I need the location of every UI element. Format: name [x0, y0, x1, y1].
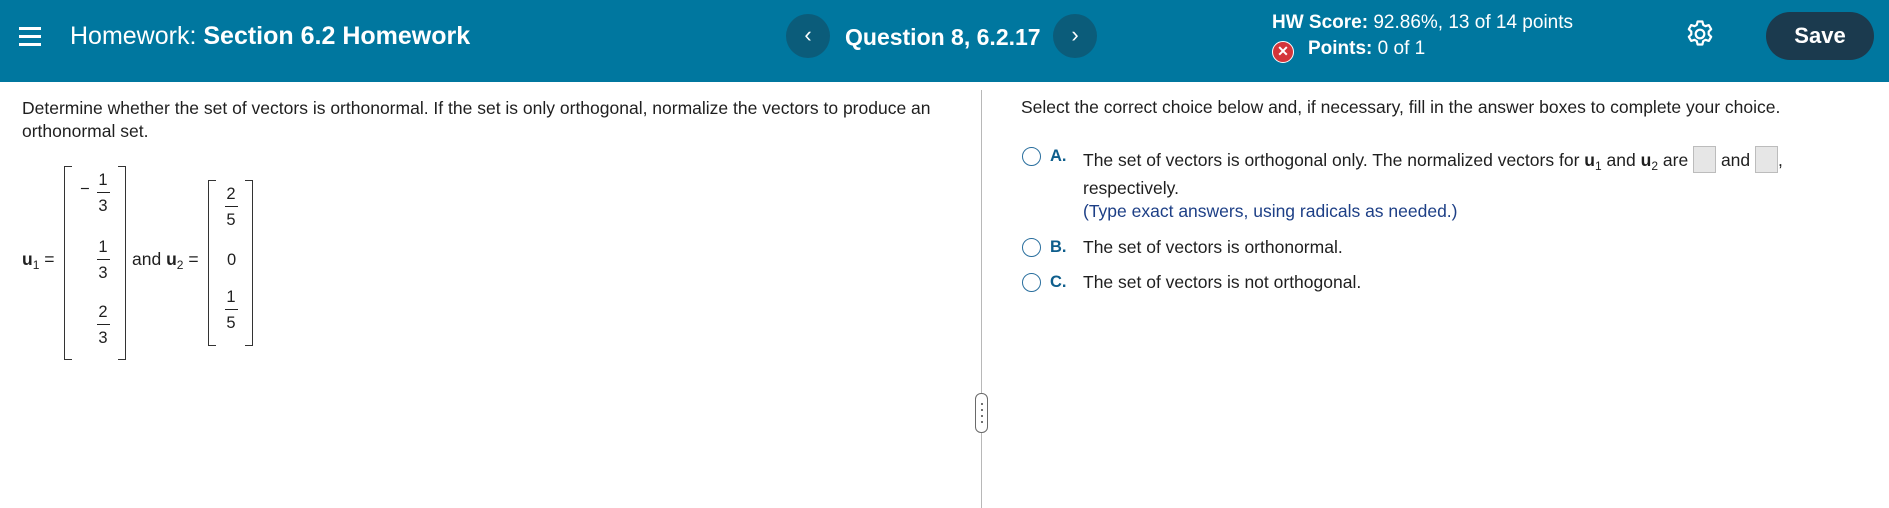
u1-entry-3-denominator: 3 — [98, 329, 108, 348]
points-value: 0 of 1 — [1377, 38, 1426, 59]
homework-title-name: Section 6.2 Homework — [203, 22, 471, 50]
u1-symbol: u — [22, 249, 33, 269]
u2-entry-1-numerator: 2 — [226, 185, 236, 203]
u2-entry-1: 2 5 — [216, 184, 246, 230]
choice-a-u1-symbol: u — [1584, 150, 1595, 170]
choice-a-text-start: The set of vectors is orthogonal only. T… — [1083, 150, 1580, 170]
u2-entry-1-denominator: 5 — [226, 211, 236, 230]
choice-c: C. The set of vectors is not orthogonal. — [1022, 272, 1882, 296]
previous-question-button[interactable]: ‹ — [786, 14, 830, 58]
gear-icon[interactable] — [1684, 18, 1716, 50]
question-points: ✕ Points: 0 of 1 — [1272, 38, 1573, 64]
homework-title: Homework: Section 6.2 Homework — [70, 22, 470, 51]
score-block: HW Score: 92.86%, 13 of 14 points ✕ Poin… — [1272, 12, 1573, 64]
u1-entry-2-numerator: 1 — [98, 238, 108, 256]
choice-a-are: are — [1662, 150, 1689, 170]
choice-b-letter: B. — [1050, 238, 1067, 256]
homework-title-prefix: Homework: — [70, 22, 197, 50]
problem-prompt: Determine whether the set of vectors is … — [22, 98, 931, 141]
u1-entry-1-denominator: 3 — [98, 197, 108, 216]
pane-resize-handle[interactable] — [975, 393, 988, 433]
choice-a-comma: , — [1778, 150, 1783, 170]
u1-entry-2: 1 3 — [88, 237, 118, 283]
u2-subscript: 2 — [176, 258, 184, 272]
u2-right-bracket — [245, 180, 253, 346]
choice-a-line2: respectively. — [1083, 178, 1179, 198]
u1-entry-3: 2 3 — [88, 302, 118, 348]
u2-entry-2: 0 — [227, 251, 237, 269]
u1-entry-3-numerator: 2 — [98, 303, 108, 321]
next-question-button[interactable]: › — [1053, 14, 1097, 58]
choice-a-and-1: and — [1606, 150, 1636, 170]
answer-box-u1[interactable] — [1693, 146, 1717, 173]
choice-a-text: The set of vectors is orthogonal only. T… — [1083, 146, 1783, 173]
choice-c-radio[interactable] — [1022, 273, 1041, 292]
hw-score-label: HW Score: — [1272, 12, 1369, 33]
u2-equals: = — [188, 249, 199, 269]
choice-a-radio[interactable] — [1022, 147, 1041, 166]
and-text: and — [132, 249, 162, 269]
choice-c-text: The set of vectors is not orthogonal. — [1083, 272, 1362, 292]
save-button[interactable]: Save — [1766, 12, 1874, 60]
u1-subscript: 1 — [32, 258, 40, 272]
incorrect-x-icon: ✕ — [1272, 41, 1294, 63]
choice-b-text: The set of vectors is orthonormal. — [1083, 237, 1343, 257]
u1-entry-2-denominator: 3 — [98, 264, 108, 283]
u1-label: u1 = — [22, 249, 55, 272]
u1-entry-1: 1 3 — [88, 170, 118, 216]
question-label: Question 8, 6.2.17 — [845, 24, 1041, 50]
u1-right-bracket — [118, 166, 126, 360]
choice-a-u1-subscript: 1 — [1594, 159, 1602, 173]
menu-icon[interactable] — [16, 22, 44, 50]
u2-symbol: u — [166, 249, 177, 269]
u2-entry-3-numerator: 1 — [226, 288, 236, 306]
choice-c-letter: C. — [1050, 273, 1067, 291]
choice-a-u2-subscript: 2 — [1651, 159, 1659, 173]
hw-score-value: 92.86%, 13 of 14 points — [1373, 12, 1574, 33]
chevron-left-icon: ‹ — [804, 22, 812, 47]
u2-label: and u2 = — [132, 249, 199, 272]
chevron-right-icon: › — [1071, 22, 1079, 47]
choice-a-and-2: and — [1720, 150, 1751, 170]
pane-divider — [981, 90, 982, 508]
points-label: Points: — [1308, 38, 1373, 59]
choice-a-letter: A. — [1050, 147, 1067, 165]
answer-box-u2[interactable] — [1755, 146, 1779, 173]
choice-a-u2-symbol: u — [1640, 150, 1652, 170]
u1-entry-1-numerator: 1 — [98, 171, 108, 189]
choice-b-radio[interactable] — [1022, 238, 1041, 257]
u1-equals: = — [44, 249, 55, 269]
choice-a: A. The set of vectors is orthogonal only… — [1022, 146, 1882, 226]
u2-entry-3-denominator: 5 — [226, 314, 236, 333]
choice-b: B. The set of vectors is orthonormal. — [1022, 237, 1882, 261]
choice-a-hint: (Type exact answers, using radicals as n… — [1083, 201, 1458, 221]
top-bar: Homework: Section 6.2 Homework ‹ Questio… — [0, 0, 1889, 82]
u2-left-bracket — [208, 180, 216, 346]
hw-score: HW Score: 92.86%, 13 of 14 points — [1272, 12, 1573, 38]
u1-left-bracket — [64, 166, 72, 360]
answer-instruction: Select the correct choice below and, if … — [1021, 97, 1781, 117]
u2-entry-3: 1 5 — [216, 287, 246, 333]
